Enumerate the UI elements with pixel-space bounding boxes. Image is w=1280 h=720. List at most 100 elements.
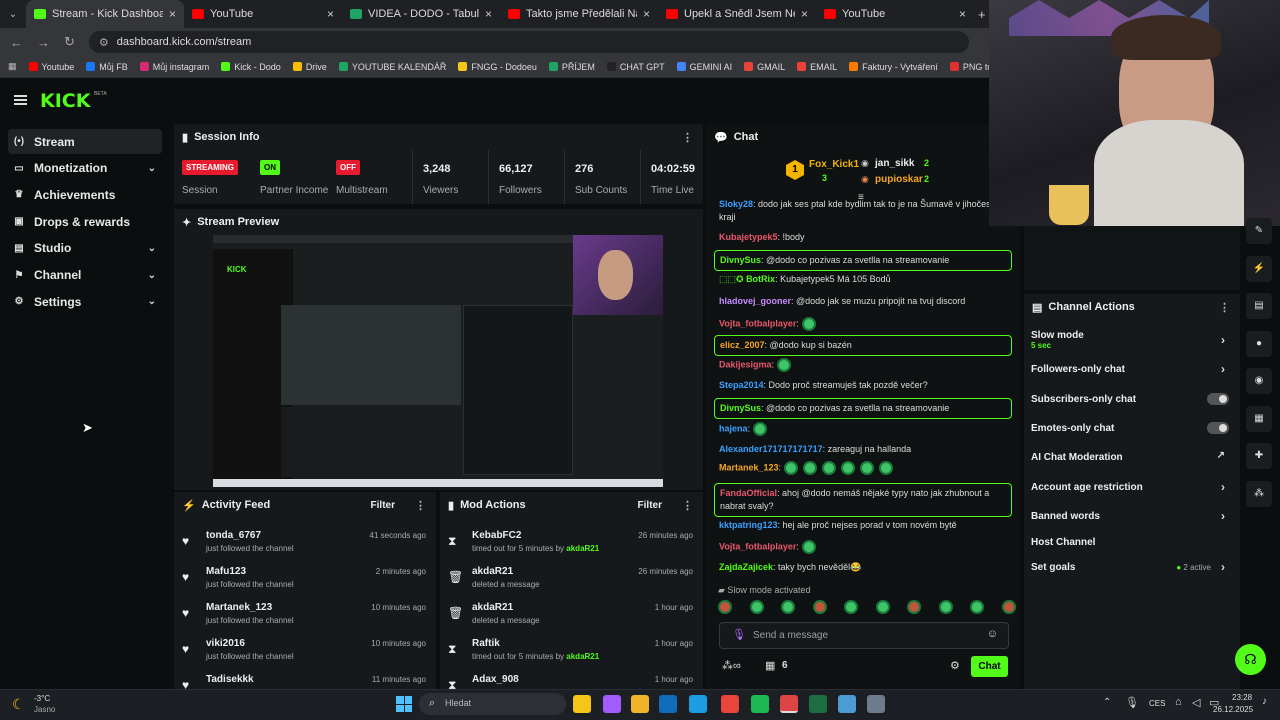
chat-send-button[interactable]: Chat	[971, 656, 1008, 677]
sidebar-item-channel[interactable]: ⚑ Channel ⌄	[8, 263, 162, 288]
tab-search-icon[interactable]: ⌄	[0, 9, 26, 20]
broadcast-icon[interactable]: ◉	[1246, 368, 1272, 394]
new-tab-button[interactable]: +	[978, 7, 986, 22]
bookmark-item[interactable]: PŘÍJEM	[548, 62, 595, 72]
mod-action-target[interactable]: Raftik	[472, 638, 500, 649]
leader-2-name[interactable]: jan_sikk	[875, 158, 914, 169]
chevron-right-icon[interactable]: ›	[1221, 362, 1225, 376]
emoji-icon[interactable]: ☺	[987, 628, 998, 640]
toggle-switch[interactable]	[1207, 393, 1229, 405]
chat-message[interactable]: kktpatring123: hej ale proč nejses porad…	[714, 519, 1012, 532]
bookmark-item[interactable]: Youtube	[28, 62, 74, 72]
chat-username[interactable]: Vojta_fotbalplayer	[719, 541, 796, 551]
gift-icon[interactable]: ▦	[765, 659, 775, 672]
chevron-right-icon[interactable]: ›	[1221, 333, 1225, 347]
chat-username[interactable]: hajena	[719, 423, 748, 433]
channel-action-row[interactable]: Banned words ›	[1031, 509, 1229, 523]
emote-icon[interactable]	[749, 600, 764, 614]
chat-username[interactable]: Vojta_fotbalplayer	[719, 318, 796, 328]
emote-icon[interactable]	[844, 600, 859, 614]
chat-message[interactable]: hajena:	[714, 422, 1012, 436]
more-icon[interactable]: ⋮	[682, 131, 693, 144]
chat-message[interactable]: elicz_2007: @dodo kup si bazén	[714, 335, 1012, 356]
activity-username[interactable]: tonda_6767	[206, 530, 261, 541]
mod-action-target[interactable]: KebabFC2	[472, 530, 521, 541]
pin-icon[interactable]: ✎	[1246, 218, 1272, 244]
toggle-switch[interactable]	[1207, 422, 1229, 434]
obs-icon[interactable]	[780, 695, 798, 713]
sidebar-item-stream[interactable]: (•) Stream	[8, 129, 162, 154]
outlook-icon[interactable]	[659, 695, 677, 713]
activity-row[interactable]: ♥ Mafu123 just followed the channel 2 minut…	[174, 562, 436, 598]
chat-username[interactable]: Stepa2014	[719, 380, 764, 390]
chat-username[interactable]: kktpatring123	[719, 520, 778, 530]
tray-chevron-icon[interactable]: ⌃	[1103, 697, 1111, 708]
mod-action-row[interactable]: ⧗ Adax_908 1 hour ago	[440, 670, 703, 689]
apps-icon[interactable]: ▦	[8, 61, 17, 72]
chevron-right-icon[interactable]: ›	[1221, 480, 1225, 494]
mod-action-row[interactable]: ⧗ KebabFC2 timed out for 5 minutes by akda…	[440, 526, 703, 562]
activity-filter-button[interactable]: Filter	[371, 500, 395, 511]
chevron-right-icon[interactable]: ›	[1221, 509, 1225, 523]
activity-username[interactable]: Martanek_123	[206, 602, 272, 613]
chat-message[interactable]: DivnySus: @dodo co pozivas za svetlla na…	[714, 250, 1012, 271]
chat-message[interactable]: Kubajetypek5: !body	[714, 231, 1012, 244]
sidebar-item-achievements[interactable]: ♛ Achievements	[8, 182, 162, 207]
browser-tab[interactable]: Upekl a Snědl Jsem Největší Pá ×	[658, 0, 816, 28]
folder-icon[interactable]	[631, 695, 649, 713]
chat-username[interactable]: BotRix	[746, 274, 775, 284]
tab-close-icon[interactable]: ×	[801, 7, 808, 21]
emote-icon[interactable]	[812, 600, 827, 614]
excel-icon[interactable]	[809, 695, 827, 713]
tools-icon[interactable]: ✚	[1246, 443, 1272, 469]
users-icon[interactable]: ⁂	[1246, 480, 1272, 507]
chat-bubble-icon[interactable]: ●	[1246, 330, 1272, 357]
spotify-icon[interactable]	[751, 695, 769, 713]
emote-icon[interactable]	[970, 600, 985, 614]
bookmark-item[interactable]: FNGG - Dodoeu	[458, 62, 537, 72]
windows-start-icon[interactable]	[396, 696, 412, 712]
mod-action-target[interactable]: Adax_908	[472, 674, 519, 685]
chevron-right-icon[interactable]: ›	[1221, 560, 1225, 574]
reload-icon[interactable]: ↻	[64, 34, 75, 50]
chat-username[interactable]: Martanek_123	[719, 462, 779, 472]
emote-icon[interactable]	[875, 600, 890, 614]
language-indicator[interactable]: CES	[1149, 699, 1165, 708]
clock-time[interactable]: 23:28	[1232, 693, 1252, 702]
emote-icon[interactable]	[938, 600, 953, 614]
bookmark-item[interactable]: Můj FB	[86, 62, 128, 72]
file-explorer-icon[interactable]	[573, 695, 591, 713]
clipboard-icon[interactable]: ▤	[1246, 293, 1272, 319]
notepad-icon[interactable]	[838, 695, 856, 713]
copilot-icon[interactable]	[603, 695, 621, 713]
activity-row[interactable]: ♥ Martanek_123 just followed the channel 10…	[174, 598, 436, 634]
chat-settings-icon[interactable]: ⚙	[950, 659, 960, 672]
emote-icon[interactable]	[1001, 600, 1016, 614]
emote-icon[interactable]	[781, 600, 796, 614]
activity-more-icon[interactable]: ⋮	[415, 499, 426, 512]
tab-close-icon[interactable]: ×	[169, 7, 176, 21]
chat-username[interactable]: elicz_2007	[720, 340, 765, 350]
browser-tab[interactable]: Stream - Kick Dashboard ×	[26, 0, 184, 28]
tab-close-icon[interactable]: ×	[959, 7, 966, 21]
mod-action-row[interactable]: 🗑 akdaR21 deleted a message 1 hour ago	[440, 598, 703, 634]
tab-close-icon[interactable]: ×	[327, 7, 334, 21]
browser-tab[interactable]: VIDEA - DODO - Tabulky Goog ×	[342, 0, 500, 28]
chat-message[interactable]: Vojta_fotbalplayer:	[714, 540, 1012, 554]
channel-action-row[interactable]: Account age restriction ›	[1031, 480, 1229, 494]
kick-logo[interactable]: KICK	[40, 90, 90, 112]
chat-message[interactable]: ⬚⬚✪ BotRix: Kubajetypek5 Má 105 Bodů	[714, 273, 1012, 286]
sidebar-item-studio[interactable]: ▤ Studio ⌄	[8, 236, 162, 261]
channel-action-row[interactable]: Emotes-only chat	[1031, 422, 1229, 434]
tab-close-icon[interactable]: ×	[485, 7, 492, 21]
taskbar-search[interactable]: ⌕ Hledat	[419, 693, 566, 715]
chat-message[interactable]: Vojta_fotbalplayer:	[714, 317, 1012, 331]
bookmark-item[interactable]: Můj instagram	[139, 62, 209, 72]
chat-input[interactable]: 🎙 Send a message ☺	[719, 622, 1009, 649]
chat-username[interactable]: Sloky28	[719, 199, 753, 209]
chat-username[interactable]: ZajdaZajicek	[719, 562, 773, 572]
volume-icon[interactable]: ◁	[1192, 696, 1200, 709]
activity-username[interactable]: Mafu123	[206, 566, 246, 577]
chevron-down-icon[interactable]: ⌄	[148, 243, 156, 254]
tab-close-icon[interactable]: ×	[643, 7, 650, 21]
